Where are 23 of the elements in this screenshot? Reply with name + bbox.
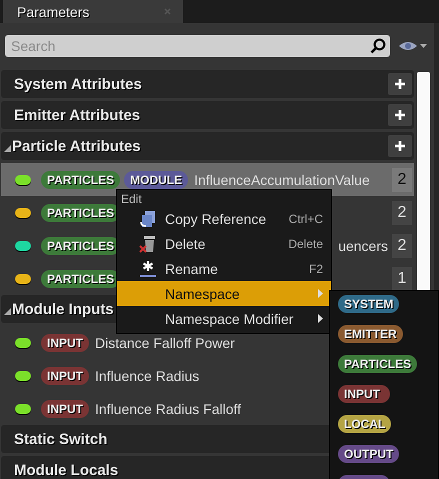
shortcut-text: Ctrl+C [288, 212, 323, 226]
usage-count: 2 [392, 234, 412, 258]
section-title: Particle Attributes [12, 138, 141, 154]
shortcut-text: F2 [308, 262, 323, 276]
section-title: Emitter Attributes [13, 106, 140, 124]
usage-count: 1 [392, 266, 412, 290]
namespace-tag: PARTICLES [41, 170, 120, 188]
section-title: Module Locals [13, 462, 118, 478]
namespace-tag: INPUT [41, 400, 89, 418]
parameter-name: InfluenceAccumulationValue [193, 172, 370, 188]
usage-count: 2 [392, 168, 412, 192]
namespace-tag: MODULE [124, 170, 188, 188]
section-title: Static Switch [13, 430, 108, 448]
parameter-name: Distance Falloff Power [94, 334, 235, 350]
namespace-tag: INPUT [41, 366, 89, 384]
parameter-name: uencers [337, 238, 388, 254]
parameter-name: Influence Radius [94, 368, 200, 384]
section-title: System Attributes [13, 76, 142, 92]
usage-count: 2 [392, 200, 412, 224]
parameter-name: Influence Radius Falloff [94, 400, 242, 416]
shortcut-text: Delete [288, 236, 323, 250]
namespace-tag: INPUT [41, 334, 89, 352]
section-title: Module Inputs [12, 300, 114, 318]
